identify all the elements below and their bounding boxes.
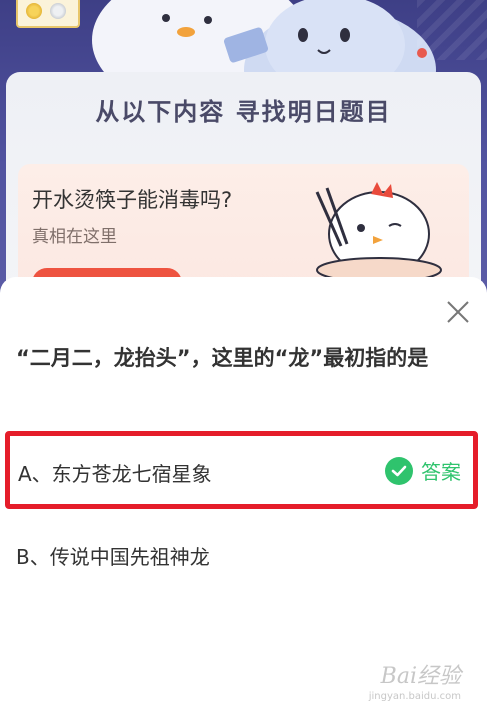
chicken-mascot-icon <box>315 182 442 282</box>
option-b[interactable]: B、传说中国先祖神龙 <box>5 511 478 589</box>
watermark-url: jingyan.baidu.com <box>368 691 461 702</box>
answer-label: 答案 <box>421 460 461 484</box>
check-icon <box>385 456 413 485</box>
option-a[interactable]: A、东方苍龙七宿星象 答案 <box>5 431 478 509</box>
option-a-label: A、东方苍龙七宿星象 <box>18 462 212 486</box>
quiz-sheet: “二月二，龙抬头”，这里的“龙”最初指的是 A、东方苍龙七宿星象 答案 B、传说… <box>0 277 487 708</box>
answer-tag: 答案 <box>385 456 461 485</box>
decorative-dot <box>417 48 427 58</box>
article-subtitle: 真相在这里 <box>32 227 117 247</box>
close-icon[interactable] <box>445 299 471 325</box>
article-title: 开水烫筷子能消毒吗? <box>32 188 233 212</box>
question-text: “二月二，龙抬头”，这里的“龙”最初指的是 <box>16 346 429 370</box>
watermark-logo: Bai经验 <box>380 664 461 689</box>
option-b-label: B、传说中国先祖神龙 <box>16 545 210 569</box>
decorative-stripes <box>417 0 487 60</box>
info-heading: 从以下内容 寻找明日题目 <box>95 98 392 126</box>
